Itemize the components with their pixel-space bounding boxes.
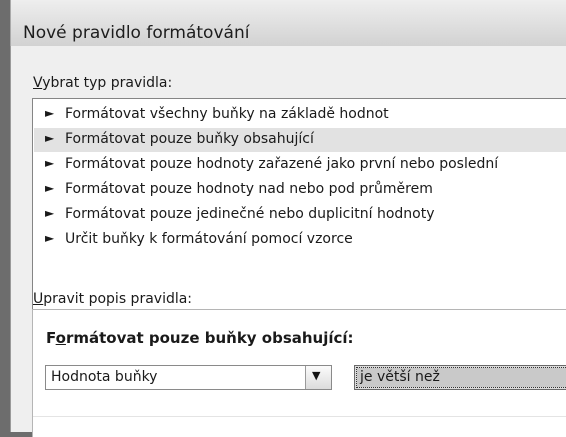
- list-item-label: Formátovat pouze hodnoty nad nebo pod pr…: [65, 181, 433, 197]
- arrow-right-icon: ►: [45, 181, 55, 195]
- rule-type-label: Vybrat typ pravidla:: [33, 75, 173, 91]
- condition-type-select[interactable]: Hodnota buňky ▼: [45, 365, 332, 390]
- list-item-label: Formátovat pouze jedinečné nebo duplicit…: [65, 206, 435, 222]
- divider: [33, 416, 566, 417]
- rule-heading: Formátovat pouze buňky obsahující:: [46, 329, 354, 347]
- list-item[interactable]: ► Formátovat pouze hodnoty zařazené jako…: [34, 153, 566, 177]
- list-item-label: Určit buňky k formátování pomocí vzorce: [65, 231, 353, 247]
- condition-type-value: Hodnota buňky: [51, 369, 158, 385]
- list-item-selected[interactable]: ► Formátovat pouze buňky obsahující: [34, 128, 566, 152]
- rule-description-panel: Formátovat pouze buňky obsahující: Hodno…: [32, 309, 566, 437]
- arrow-right-icon: ►: [45, 106, 55, 120]
- list-item-label: Formátovat pouze buňky obsahující: [65, 131, 314, 147]
- window-title: Nové pravidlo formátování: [23, 23, 250, 43]
- title-bar: Nové pravidlo formátování: [10, 0, 566, 46]
- dropdown-button[interactable]: ▼: [305, 366, 331, 389]
- list-item[interactable]: ► Formátovat všechny buňky na základě ho…: [34, 103, 566, 127]
- list-item[interactable]: ► Formátovat pouze hodnoty nad nebo pod …: [34, 178, 566, 202]
- list-item-label: Formátovat pouze hodnoty zařazené jako p…: [65, 156, 499, 172]
- arrow-right-icon: ►: [45, 231, 55, 245]
- arrow-right-icon: ►: [45, 156, 55, 170]
- dialog-body: Vybrat typ pravidla: ► Formátovat všechn…: [10, 46, 566, 437]
- list-item[interactable]: ► Určit buňky k formátování pomocí vzorc…: [34, 228, 566, 252]
- operator-select[interactable]: je větší než: [354, 365, 566, 390]
- edit-rule-label: Upravit popis pravidla:: [33, 291, 193, 307]
- list-item-label: Formátovat všechny buňky na základě hodn…: [65, 106, 389, 122]
- arrow-right-icon: ►: [45, 131, 55, 145]
- rule-type-list[interactable]: ► Formátovat všechny buňky na základě ho…: [32, 98, 566, 319]
- list-item[interactable]: ► Formátovat pouze jedinečné nebo duplic…: [34, 203, 566, 227]
- operator-value: je větší než: [360, 369, 440, 385]
- arrow-right-icon: ►: [45, 206, 55, 220]
- chevron-down-icon: ▼: [312, 369, 321, 382]
